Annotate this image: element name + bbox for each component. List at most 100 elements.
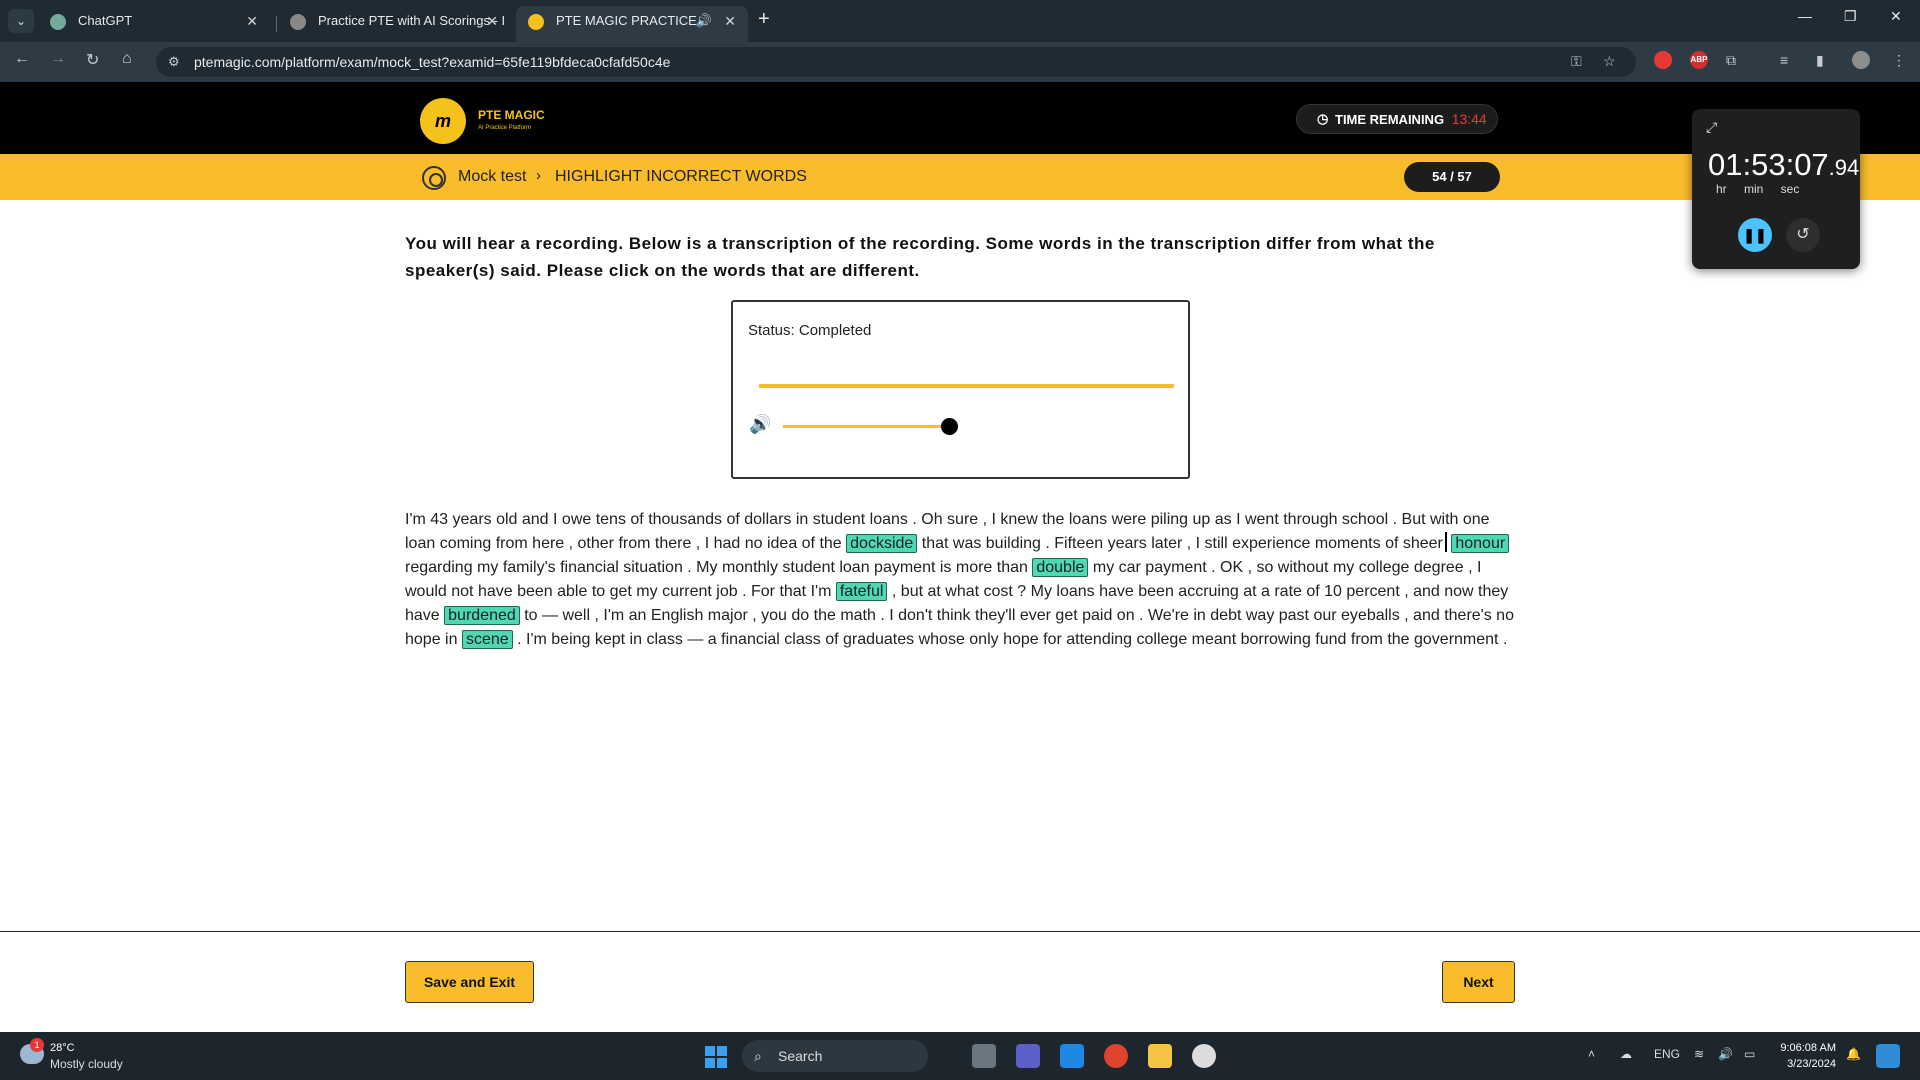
highlighted-word[interactable]: dockside — [846, 534, 918, 553]
clock-date: 3/23/2024 — [1787, 1058, 1836, 1070]
weather-temperature[interactable]: 28°C — [50, 1042, 75, 1054]
time-remaining-badge: ◷ TIME REMAINING 13:44 — [1296, 104, 1498, 134]
new-tab-button[interactable]: + — [758, 8, 770, 31]
stopwatch-ms: .94 — [1828, 155, 1860, 180]
logo-title: PTE MAGIC — [478, 108, 545, 122]
copilot-icon[interactable] — [1876, 1044, 1900, 1068]
side-panel-icon[interactable]: ▮ — [1816, 52, 1824, 69]
stopwatch-widget: ⤢ 01:53:07.94 hr min sec ❚❚ ↺ — [1692, 109, 1860, 269]
minimize-icon[interactable]: — — [1798, 8, 1812, 24]
stopwatch-units: hr min sec — [1716, 182, 1800, 196]
forward-icon[interactable]: → — [50, 50, 66, 68]
windows-start-icon[interactable] — [705, 1046, 727, 1068]
target-icon — [422, 166, 446, 190]
expand-icon[interactable]: ⤢ — [1706, 119, 1717, 136]
highlighted-word[interactable]: double — [1032, 558, 1089, 577]
home-icon[interactable]: ⌂ — [122, 50, 132, 68]
browser-toolbar: ← → ↻ ⌂ ⚙ ptemagic.com/platform/exam/moc… — [0, 42, 1920, 82]
vscode-icon[interactable] — [1060, 1044, 1084, 1068]
taskbar-search[interactable]: ⌕ Search — [742, 1040, 928, 1072]
media-controls-icon[interactable]: ≡ — [1780, 52, 1788, 68]
menu-kebab-icon[interactable]: ⋮ — [1892, 52, 1906, 69]
transcript-text[interactable]: . I'm being kept in class — a financial … — [517, 631, 1507, 648]
profile-avatar[interactable] — [1852, 51, 1870, 69]
volume-tray-icon[interactable]: 🔊 — [1718, 1047, 1733, 1061]
highlighted-word[interactable]: scene — [461, 630, 513, 649]
timer-value: 13:44 — [1451, 111, 1487, 127]
password-key-icon[interactable]: ⚿ — [1571, 53, 1582, 70]
save-and-exit-button[interactable]: Save and Exit — [405, 961, 534, 1003]
language-indicator[interactable]: ENG — [1654, 1047, 1680, 1061]
chrome-icon[interactable] — [1104, 1044, 1128, 1068]
browser-tabbar: ⌄ ChatGPT ✕ Practice PTE with AI Scoring… — [0, 0, 1920, 42]
transcript-text[interactable]: that was building . Fifteen years later … — [922, 535, 1443, 552]
instructions: You will hear a recording. Below is a tr… — [405, 234, 1435, 280]
volume-slider-handle[interactable] — [941, 418, 958, 435]
volume-slider-track[interactable] — [783, 425, 953, 428]
pause-button[interactable]: ❚❚ — [1738, 218, 1772, 252]
close-window-icon[interactable]: ✕ — [1890, 8, 1902, 25]
tab-title: ChatGPT — [78, 13, 133, 28]
footer-divider — [0, 931, 1920, 932]
weather-condition[interactable]: Mostly cloudy — [50, 1057, 123, 1071]
highlighted-word[interactable]: honour — [1451, 534, 1510, 553]
search-label: Search — [778, 1048, 823, 1064]
tab-title: Practice PTE with AI Scorings - I — [318, 13, 506, 28]
pte-magic-logo[interactable]: m — [420, 98, 466, 144]
address-bar[interactable]: ⚙ ptemagic.com/platform/exam/mock_test?e… — [156, 47, 1636, 77]
tray-chevron-up-icon[interactable]: ˄ — [1588, 1047, 1595, 1061]
url-text[interactable]: ptemagic.com/platform/exam/mock_test?exa… — [194, 54, 670, 70]
close-tab-icon[interactable]: ✕ — [486, 6, 498, 36]
system-clock[interactable]: 9:06:08 AM 3/23/2024 — [1770, 1040, 1836, 1072]
stopwatch-hms: 01:53:07 — [1708, 147, 1829, 182]
bookmark-star-icon[interactable]: ☆ — [1603, 53, 1616, 70]
restore-icon[interactable]: ❐ — [1844, 8, 1857, 25]
playback-progress-bar[interactable] — [759, 384, 1174, 388]
audio-player: Status: Completed 🔊 — [731, 300, 1190, 479]
wifi-icon[interactable]: ≋ — [1694, 1047, 1704, 1061]
tab-separator — [276, 16, 277, 32]
weather-badge: 1 — [30, 1038, 44, 1052]
reset-button[interactable]: ↺ — [1786, 218, 1820, 252]
highlighted-word[interactable]: burdened — [444, 606, 520, 625]
clock-app-icon[interactable] — [1192, 1044, 1216, 1068]
task-view-icon[interactable] — [972, 1044, 996, 1068]
next-button[interactable]: Next — [1442, 961, 1515, 1003]
teams-icon[interactable] — [1016, 1044, 1040, 1068]
close-tab-icon[interactable]: ✕ — [724, 6, 736, 36]
transcript: I'm 43 years old and I owe tens of thous… — [405, 508, 1517, 652]
breadcrumb-bar: Mock test › HIGHLIGHT INCORRECT WORDS 54… — [0, 154, 1920, 200]
adblock-extension-icon[interactable]: ABP — [1690, 51, 1708, 69]
tab-pte-magic[interactable]: PTE MAGIC PRACTICE 🔊 ✕ — [516, 6, 748, 42]
tab-chatgpt[interactable]: ChatGPT ✕ — [38, 6, 270, 42]
site-info-icon[interactable]: ⚙ — [168, 54, 180, 70]
file-explorer-icon[interactable] — [1148, 1044, 1172, 1068]
volume-icon[interactable]: 🔊 — [749, 414, 771, 435]
logo-subtitle: AI Practice Platform — [478, 125, 532, 131]
extensions-puzzle-icon[interactable]: ⧉ — [1726, 52, 1736, 69]
reload-icon[interactable]: ↻ — [86, 50, 99, 70]
stopwatch-time: 01:53:07.94 — [1708, 147, 1859, 183]
speaker-icon[interactable]: 🔊 — [696, 6, 712, 36]
chatgpt-favicon-icon — [50, 14, 66, 30]
transcript-text[interactable]: regarding my family's financial situatio… — [405, 559, 1028, 576]
site-header: m PTE MAGIC AI Practice Platform ◷ TIME … — [0, 82, 1920, 154]
timer-label: TIME REMAINING — [1335, 112, 1445, 127]
breadcrumb-mock-test[interactable]: Mock test — [458, 168, 526, 186]
text-caret — [1444, 532, 1447, 552]
clock-time: 9:06:08 AM — [1780, 1042, 1836, 1054]
globe-favicon-icon — [290, 14, 306, 30]
notifications-icon[interactable]: 🔔 — [1846, 1047, 1861, 1061]
extension-red-icon[interactable] — [1654, 51, 1672, 69]
tab-practice-pte[interactable]: Practice PTE with AI Scorings - I ✕ — [278, 6, 510, 42]
player-status: Status: Completed — [748, 322, 872, 339]
close-tab-icon[interactable]: ✕ — [246, 6, 258, 36]
search-icon: ⌕ — [754, 1048, 762, 1064]
clock-icon: ◷ — [1317, 111, 1329, 126]
onedrive-cloud-icon[interactable]: ☁ — [1620, 1047, 1632, 1061]
tab-search-button[interactable]: ⌄ — [8, 9, 34, 33]
back-icon[interactable]: ← — [14, 50, 30, 68]
battery-icon[interactable]: ▭ — [1744, 1047, 1755, 1061]
windows-taskbar: 1 28°C Mostly cloudy ⌕ Search ˄ ☁ ENG ≋ … — [0, 1032, 1920, 1080]
highlighted-word[interactable]: fateful — [835, 582, 888, 601]
